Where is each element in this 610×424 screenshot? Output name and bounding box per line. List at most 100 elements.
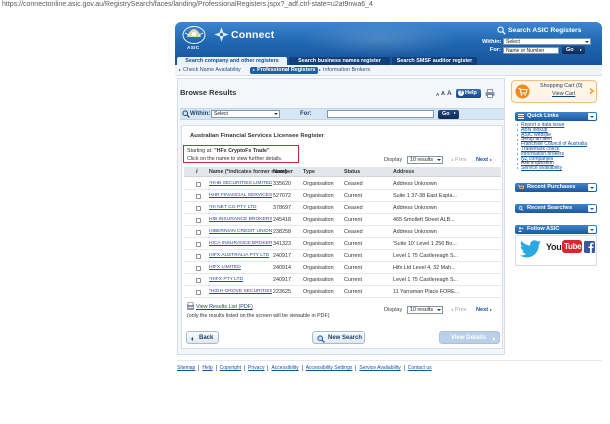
view-details-button[interactable]: View Details <box>439 331 500 344</box>
collapse-toggle-icon[interactable] <box>588 184 596 191</box>
row-checkbox[interactable] <box>196 277 201 283</box>
licensee-name-link[interactable]: HHR FINANCIAL SERVICES PTY LTD <box>209 190 272 202</box>
footer-divider <box>177 360 602 361</box>
footer-link-copyright[interactable]: Copyright <box>215 365 244 371</box>
row-checkbox[interactable] <box>196 289 201 295</box>
quick-links-header[interactable]: Quick Links <box>515 112 597 121</box>
licensee-address: Hifx Ltd Level 4, 32 Mah... <box>393 265 456 271</box>
recent-purchases-header[interactable]: Recent Purchases <box>515 183 597 192</box>
print-icon[interactable] <box>485 89 495 98</box>
recent-searches-header[interactable]: Recent Searches <box>515 204 597 213</box>
help-button[interactable]: ? Help <box>456 88 481 98</box>
search-icon <box>497 26 506 35</box>
youtube-icon[interactable]: Tube <box>562 240 582 253</box>
collapse-toggle-icon[interactable] <box>588 205 596 212</box>
footer-link-contact-us[interactable]: Contact us <box>403 365 435 371</box>
within-select[interactable]: Select <box>211 110 280 118</box>
tab-search-business-names[interactable]: Search business names register <box>289 57 390 65</box>
back-label: Back <box>199 335 214 341</box>
quick-link-service-availability[interactable]: Service availability <box>517 166 562 171</box>
row-checkbox[interactable] <box>196 241 201 247</box>
licence-status: Ceased <box>344 229 363 235</box>
prev-link[interactable]: Prev <box>455 307 467 313</box>
licensee-name-link[interactable]: HIB INSURANCE BROKERS PTY. LT <box>209 214 272 226</box>
row-checkbox[interactable] <box>196 205 201 211</box>
text-size-medium-button[interactable]: A <box>441 91 445 97</box>
licensee-name-link[interactable]: *HI NET CO PTY LTD <box>209 202 272 214</box>
for-input[interactable] <box>327 110 434 118</box>
tab-search-smsf-auditor[interactable]: Search SMSF auditor register <box>392 57 477 65</box>
results-per-page-value: 10 results <box>410 156 433 163</box>
header-glow <box>300 22 460 56</box>
follow-asic-header[interactable]: Follow ASIC <box>515 225 597 234</box>
footer-link-privacy[interactable]: Privacy <box>244 365 267 371</box>
starting-at-value: "HFx CryptoFx Trade" <box>214 148 270 154</box>
row-checkbox[interactable] <box>196 181 201 187</box>
header-within-select[interactable]: Select <box>503 38 591 45</box>
footer-link-accessibility[interactable]: Accessibility <box>267 365 301 371</box>
footer-link-accessibility-settings[interactable]: Accessibility Settings <box>301 365 356 371</box>
page: https://connectonline.asic.gov.au/Regist… <box>0 0 610 424</box>
starting-at-label: Starting at: <box>187 148 213 154</box>
licensee-address: 465 Smollett Street ALB... <box>393 217 455 223</box>
text-size-large-button[interactable]: A <box>447 90 452 97</box>
view-cart-link[interactable]: View Cart <box>552 91 575 97</box>
row-checkbox[interactable] <box>196 217 201 223</box>
chevron-right-icon <box>589 88 594 94</box>
header-search-input[interactable]: Name or Number <box>503 46 559 54</box>
twitter-icon[interactable] <box>520 240 542 258</box>
row-checkbox[interactable] <box>196 253 201 259</box>
table-row: HICA INSURANCE BROKERS PTY L 341323 Orga… <box>184 238 501 250</box>
search-icon <box>518 206 524 211</box>
licensee-name-link[interactable]: HIFX AUSTRALIA PTY LTD <box>209 250 272 262</box>
results-per-page-select[interactable]: 10 results <box>407 306 443 314</box>
address-bar-url[interactable]: https://connectonline.asic.gov.au/Regist… <box>2 1 373 8</box>
licensee-address: 11 Yarraman Place FORE... <box>393 289 460 295</box>
licensee-name-link[interactable]: *HIFX PTY LTD <box>209 274 272 286</box>
row-checkbox[interactable] <box>196 265 201 271</box>
footer-link-help[interactable]: Help <box>198 365 215 371</box>
licensee-address: Address Unknown <box>393 181 437 187</box>
back-button[interactable]: Back <box>186 331 219 344</box>
next-link[interactable]: Next <box>476 157 488 163</box>
info-column-header: i <box>196 169 198 175</box>
licence-number: 240917 <box>273 277 291 283</box>
view-results-pdf-link[interactable]: View Results List (PDF) <box>196 304 253 310</box>
youtube-you-text[interactable]: You <box>546 242 562 252</box>
list-icon <box>518 114 524 119</box>
collapse-toggle-icon[interactable] <box>588 113 596 120</box>
facebook-icon[interactable] <box>584 241 595 253</box>
table-row: HIFX AUSTRALIA PTY LTD 240917 Organisati… <box>184 250 501 262</box>
licensee-name-link[interactable]: HICA INSURANCE BROKERS PTY L <box>209 238 272 250</box>
pdf-icon[interactable] <box>186 302 195 311</box>
status-column-header: Status <box>344 169 361 175</box>
display-label: Display <box>384 307 403 313</box>
prev-link[interactable]: Prev <box>455 157 467 163</box>
footer-link-sitemap[interactable]: Sitemap <box>177 365 198 371</box>
text-size-small-button[interactable]: A <box>436 92 439 97</box>
results-per-page-select[interactable]: 10 results <box>407 155 443 164</box>
within-value: Select <box>214 111 228 117</box>
subtab-information-brokers[interactable]: Information Brokers <box>318 67 370 74</box>
licensee-address: Address Unknown <box>393 205 437 211</box>
pdf-note: (only the results listed on the screen w… <box>187 312 330 319</box>
subtab-check-name-availability[interactable]: Check Name Availability <box>178 67 241 74</box>
licence-status: Ceased <box>344 205 363 211</box>
licence-number: 238258 <box>273 229 291 235</box>
row-checkbox[interactable] <box>196 193 201 199</box>
tab-search-company[interactable]: Search company and other registers <box>177 57 287 65</box>
connect-brand[interactable]: Connect <box>231 29 274 41</box>
go-button[interactable]: Go <box>438 109 459 119</box>
new-search-button[interactable]: New Search <box>312 331 365 344</box>
licensee-name-link[interactable]: HIFX LIMITED <box>209 262 272 274</box>
row-checkbox[interactable] <box>196 229 201 235</box>
header-go-button[interactable]: Go <box>562 46 585 54</box>
next-link[interactable]: Next <box>476 307 488 313</box>
footer-link-service-availability[interactable]: Service Availability <box>355 365 403 371</box>
licensee-name-link[interactable]: *HIGH GROVE SECURITIES PTY. L <box>209 286 272 298</box>
shopping-cart-title: Shopping Cart (0) <box>540 83 583 89</box>
licensee-name-link[interactable]: *HHB SECURITIES LIMITED <box>209 178 272 190</box>
subtab-professional-registers[interactable]: Professional Registers <box>250 66 319 74</box>
licensee-name-link[interactable]: HIBERNIAN CREDIT UNION LIMIT <box>209 226 272 238</box>
collapse-toggle-icon[interactable] <box>588 226 596 233</box>
